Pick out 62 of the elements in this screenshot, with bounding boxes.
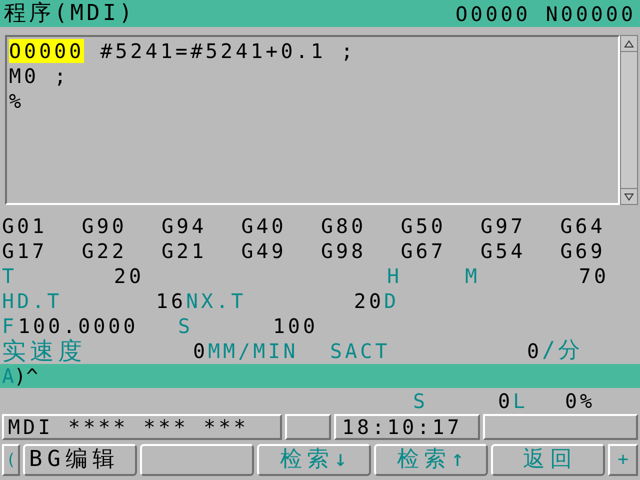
status-panel	[285, 414, 331, 440]
g-code: G67	[400, 240, 447, 260]
modal-label: S	[178, 316, 194, 336]
soft-key[interactable]: 返回	[491, 444, 605, 476]
g-code: G90	[82, 216, 128, 236]
g-code: G97	[480, 216, 527, 236]
speed-label: SACT	[330, 341, 392, 361]
spindle-value: 0%	[565, 391, 596, 411]
g-code: G69	[560, 240, 606, 260]
modal-value: 20	[112, 266, 144, 286]
scroll-down-icon[interactable]	[624, 192, 634, 200]
clock-time: 18:10:17	[334, 414, 480, 440]
program-editor[interactable]: O0000 #5241=#5241+0.1 ; M0 ; %	[5, 35, 620, 205]
spindle-label: S	[413, 391, 430, 411]
g-code: G17	[2, 240, 48, 260]
program-line: #5241=#5241+0.1 ;	[100, 38, 356, 62]
previous-page-button[interactable]: (	[2, 444, 20, 476]
modal-value: 20	[352, 290, 384, 310]
spindle-label: L	[513, 391, 530, 411]
cursor-text: O0000	[9, 38, 84, 62]
speed-value: 0	[192, 341, 208, 361]
g-code: G80	[321, 216, 368, 236]
g-code: G40	[241, 216, 288, 236]
modal-value: 16	[154, 290, 186, 310]
g-code: G54	[480, 240, 527, 260]
g-code: G50	[400, 216, 447, 236]
g-code: G98	[321, 240, 368, 260]
modal-label: NX.T	[186, 290, 248, 310]
g-code: G22	[82, 240, 128, 260]
g-code: G64	[560, 216, 606, 236]
speed-label: MM/MIN	[208, 341, 300, 361]
soft-key[interactable]	[140, 444, 254, 476]
modal-value: 100	[272, 316, 318, 336]
scroll-bar[interactable]	[620, 35, 638, 205]
modal-label: T	[2, 266, 18, 286]
mode-status: MDI **** *** ***	[2, 414, 282, 440]
speed-label: /分	[542, 340, 584, 362]
g-code: G49	[241, 240, 288, 260]
modal-value: 70	[578, 266, 609, 286]
g-code: G21	[162, 240, 208, 260]
speed-value: 0	[526, 341, 542, 361]
soft-key[interactable]: BG编辑	[23, 444, 137, 476]
soft-key[interactable]: 检索↑	[374, 444, 488, 476]
g-code: G01	[2, 216, 48, 236]
spindle-value: 0	[496, 391, 513, 411]
modal-label: HD.T	[2, 290, 64, 310]
program-number: O0000 N00000	[456, 4, 636, 24]
modal-label: H	[387, 266, 404, 286]
input-value: )^	[14, 366, 38, 386]
next-page-button[interactable]: +	[608, 444, 638, 476]
program-line: M0 ;	[9, 64, 70, 88]
scroll-up-icon[interactable]	[624, 40, 634, 48]
soft-key[interactable]: 检索↓	[257, 444, 371, 476]
modal-value: 100.0000	[18, 316, 140, 336]
input-prompt: A	[2, 366, 14, 386]
modal-label: D	[384, 290, 400, 310]
program-line: %	[9, 88, 24, 112]
speed-label: 实速度	[2, 339, 87, 363]
screen-title: 程序(MDI)	[4, 2, 136, 24]
modal-label: M	[465, 266, 482, 286]
modal-label: F	[2, 316, 18, 336]
g-code: G94	[162, 216, 208, 236]
